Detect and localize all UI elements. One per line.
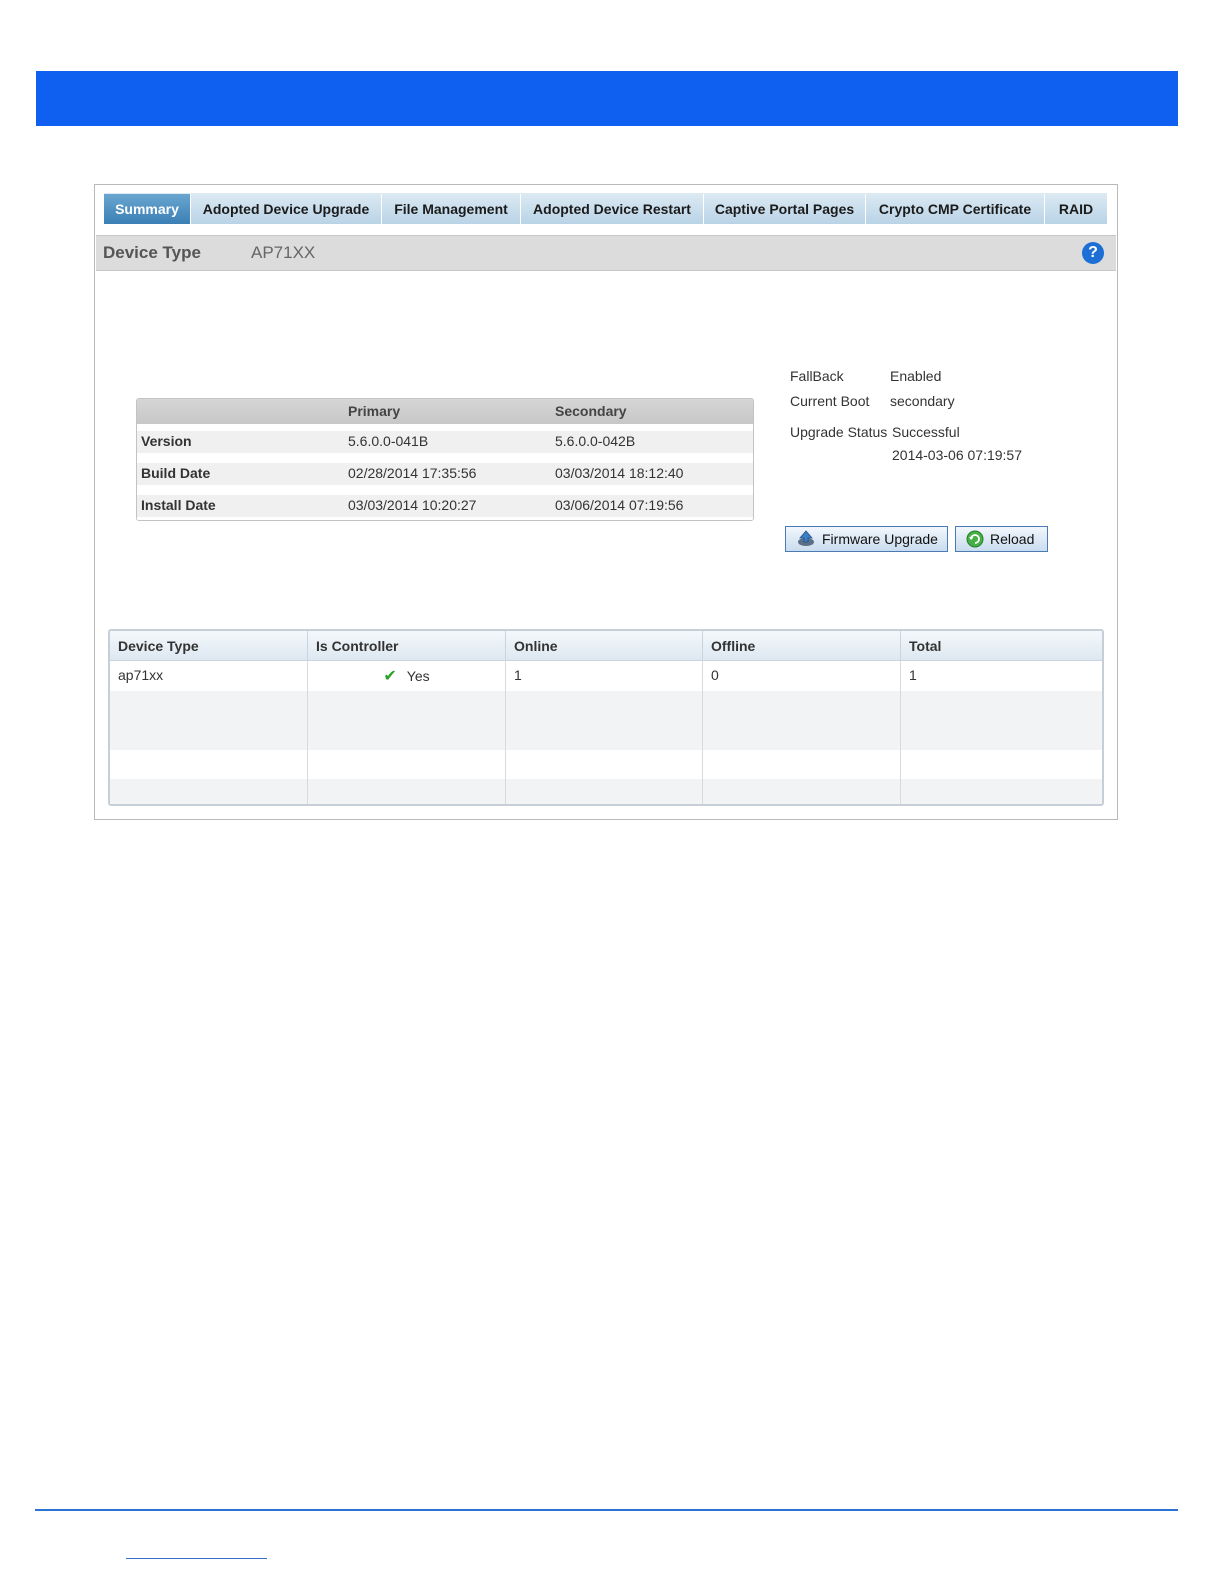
table-row: Install Date 03/03/2014 10:20:27 03/06/2… [137, 488, 753, 520]
device-type-header: Device Type AP71XX ? [96, 235, 1116, 271]
is-controller-value: Yes [406, 667, 430, 684]
build-date-secondary: 03/03/2014 18:12:40 [555, 465, 684, 481]
empty-table-row [110, 690, 1102, 720]
device-type-label: Device Type [103, 243, 201, 262]
install-date-secondary: 03/06/2014 07:19:56 [555, 497, 684, 513]
version-primary: 5.6.0.0-041B [348, 433, 429, 449]
firmware-upgrade-label: Firmware Upgrade [822, 531, 938, 547]
footer-rule [35, 1509, 1178, 1511]
empty-table-row [110, 720, 1102, 750]
tab-raid[interactable]: RAID [1045, 194, 1107, 224]
firmware-upgrade-icon [798, 530, 814, 546]
fallback-label: FallBack [790, 368, 844, 384]
version-table-header: Primary Secondary [137, 399, 753, 424]
col-header-is-controller[interactable]: Is Controller [308, 631, 506, 660]
cell-offline: 0 [703, 661, 901, 691]
fallback-value: Enabled [890, 368, 942, 384]
adopted-devices-table: Device Type Is Controller Online Offline… [108, 629, 1104, 806]
col-header-total[interactable]: Total [901, 631, 1102, 660]
upgrade-status-value: Successful [892, 424, 960, 440]
upgrade-status-label: Upgrade Status [790, 424, 888, 440]
document-header-banner [36, 71, 1178, 126]
firmware-upgrade-button[interactable]: Firmware Upgrade [785, 526, 948, 552]
row-label-build-date: Build Date [141, 465, 211, 481]
version-secondary: 5.6.0.0-042B [555, 433, 636, 449]
tab-summary[interactable]: Summary [104, 194, 191, 224]
tab-crypto-cmp-certificate[interactable]: Crypto CMP Certificate [866, 194, 1045, 224]
col-header-device-type[interactable]: Device Type [110, 631, 308, 660]
reload-label: Reload [990, 531, 1035, 547]
help-icon[interactable]: ? [1082, 242, 1104, 264]
current-boot-label: Current Boot [790, 393, 870, 409]
col-header-secondary: Secondary [555, 403, 627, 419]
tab-captive-portal-pages[interactable]: Captive Portal Pages [704, 194, 866, 224]
row-label-install-date: Install Date [141, 497, 216, 513]
current-boot-value: secondary [890, 393, 955, 409]
build-date-primary: 02/28/2014 17:35:56 [348, 465, 477, 481]
col-header-primary: Primary [348, 403, 401, 419]
table-row: Build Date 02/28/2014 17:35:56 03/03/201… [137, 456, 753, 488]
upgrade-timestamp: 2014-03-06 07:19:57 [892, 447, 1022, 463]
cell-device-type: ap71xx [110, 661, 308, 691]
footer-link-underline [126, 1558, 267, 1559]
tab-adopted-device-restart[interactable]: Adopted Device Restart [521, 194, 704, 224]
cell-is-controller: ✔ Yes [308, 661, 506, 691]
table-row[interactable]: ap71xx ✔ Yes 1 0 1 [110, 661, 1102, 691]
col-header-online[interactable]: Online [506, 631, 703, 660]
reload-icon [966, 530, 984, 548]
cell-online: 1 [506, 661, 703, 691]
tab-file-management[interactable]: File Management [382, 194, 521, 224]
install-date-primary: 03/03/2014 10:20:27 [348, 497, 477, 513]
cell-total: 1 [909, 667, 917, 683]
device-type-value: AP71XX [251, 243, 316, 262]
checkmark-icon: ✔ [383, 667, 397, 685]
row-label-version: Version [141, 433, 192, 449]
empty-table-row [110, 779, 1102, 804]
app-window: Summary Adopted Device Upgrade File Mana… [94, 184, 1118, 820]
col-header-offline[interactable]: Offline [703, 631, 901, 660]
table-row: Version 5.6.0.0-041B 5.6.0.0-042B [137, 424, 753, 456]
empty-table-row [110, 749, 1102, 779]
tab-bar: Summary Adopted Device Upgrade File Mana… [104, 193, 1107, 224]
firmware-version-table: Primary Secondary Version 5.6.0.0-041B 5… [136, 398, 754, 521]
device-table-header: Device Type Is Controller Online Offline… [110, 631, 1102, 661]
tab-adopted-device-upgrade[interactable]: Adopted Device Upgrade [191, 194, 382, 224]
reload-button[interactable]: Reload [955, 526, 1048, 552]
device-table-body: ap71xx ✔ Yes 1 0 1 [110, 661, 1102, 804]
